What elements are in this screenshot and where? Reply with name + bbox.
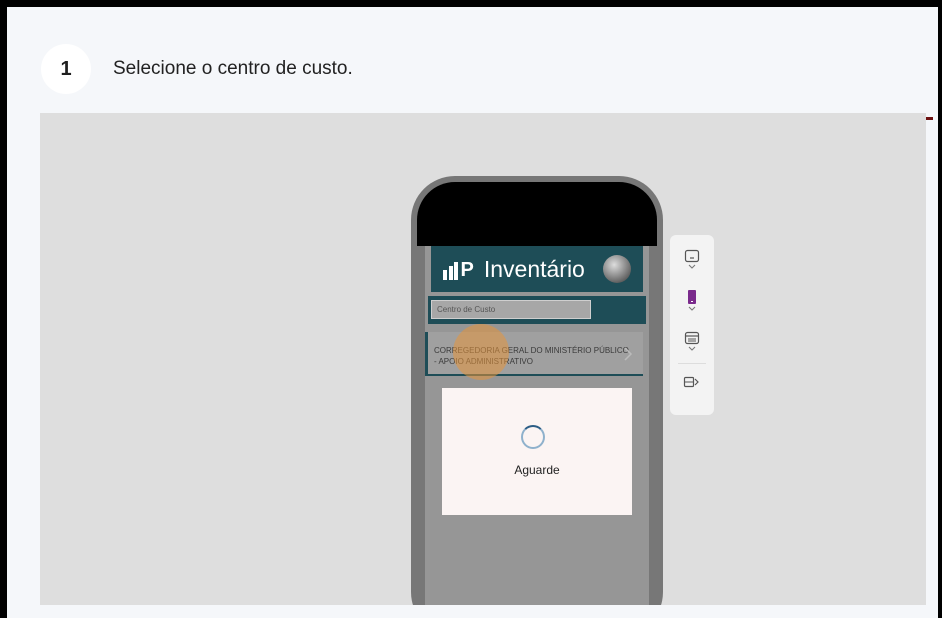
layout-icon (684, 331, 700, 345)
device-toolbar (670, 235, 714, 415)
device-select-button[interactable] (670, 289, 714, 313)
screenshot-stage: P Inventário Centro de Custo CORREGEDORI… (40, 113, 926, 605)
chevron-down-icon (688, 346, 696, 351)
layout-button[interactable] (670, 331, 714, 353)
spinner-icon (521, 425, 545, 449)
export-icon (683, 376, 699, 388)
chevron-right-icon (624, 347, 633, 361)
loading-dialog: Aguarde (442, 388, 632, 515)
cost-center-bar: Centro de Custo (428, 296, 646, 324)
step-header: 1 Selecione o centro de custo. (41, 43, 353, 95)
avatar[interactable] (603, 255, 631, 283)
step-instruction: Selecione o centro de custo. (113, 58, 353, 79)
export-button[interactable] (670, 375, 714, 389)
phone-frame-button[interactable] (670, 249, 714, 271)
phone-device-icon (688, 290, 696, 304)
step-number: 1 (41, 44, 91, 94)
cost-center-search-input[interactable]: Centro de Custo (431, 300, 591, 319)
loading-text: Aguarde (514, 463, 560, 477)
phone-mockup: P Inventário Centro de Custo CORREGEDORI… (411, 176, 663, 605)
app-title: Inventário (483, 255, 585, 282)
click-highlight (453, 324, 509, 380)
phone-notch (417, 182, 657, 246)
phone-frame-icon (684, 249, 700, 263)
toolbar-divider (678, 363, 706, 364)
chevron-down-icon (688, 264, 696, 269)
app-header: P Inventário (431, 246, 643, 292)
app-screen: P Inventário Centro de Custo CORREGEDORI… (425, 246, 649, 605)
mp-logo-icon: P (443, 258, 474, 280)
chevron-down-icon (688, 306, 696, 311)
